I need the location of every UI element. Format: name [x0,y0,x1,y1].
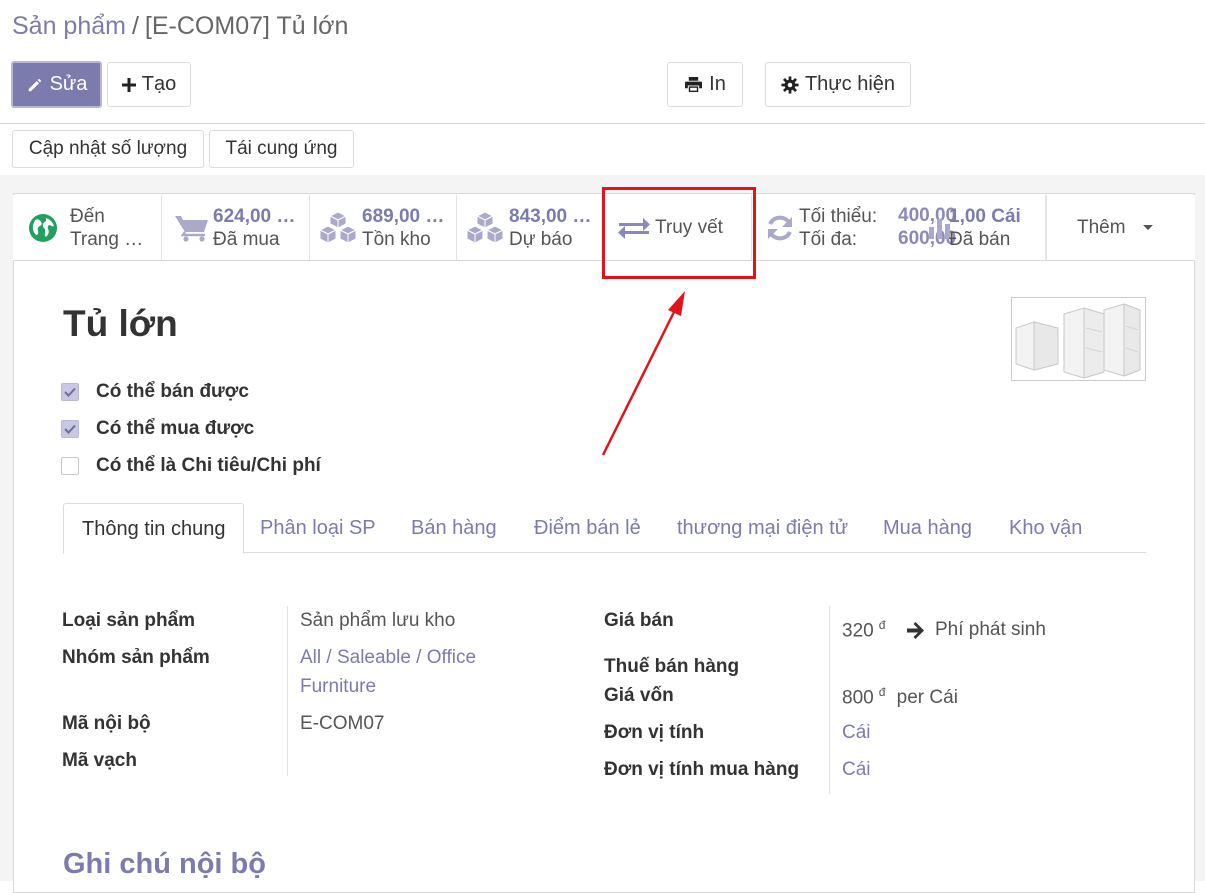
sold-label: Đã bán [949,228,1011,250]
product-image[interactable] [1011,297,1146,381]
product-category-link[interactable]: All / Saleable / Office [300,647,476,669]
extra-price-button[interactable]: Phí phát sinh [907,619,1046,641]
create-button[interactable]: Tạo [107,62,191,107]
purchased-value: 624,00 … [213,205,296,227]
tab-inventory[interactable]: Kho vận [1009,503,1082,553]
product-category-link-line2[interactable]: Furniture [300,676,376,698]
toolbar-divider [0,123,1205,124]
shopping-cart-icon [175,214,209,242]
customer-taxes-label: Thuế bán hàng [604,656,740,677]
website-line2: Trang … [70,228,144,250]
sales-price-label: Giá bán [604,610,674,631]
plus-icon [121,77,136,92]
update-quantity-label: Cập nhật số lượng [28,138,188,159]
on-hand-value: 689,00 … [362,205,445,227]
print-button[interactable]: In [667,62,743,107]
reorder-max-label: Tối đa: [799,228,858,250]
update-quantity-button[interactable]: Cập nhật số lượng [12,130,204,168]
edit-button-label: Sửa [49,73,88,95]
sales-price-currency: đ [878,618,886,632]
barcode-label: Mã vạch [62,750,137,771]
can-be-purchased-label: Có thể mua được [96,418,255,439]
tab-sales[interactable]: Bán hàng [411,503,497,553]
cubes-icon [318,210,358,245]
breadcrumb-separator: / [131,12,139,40]
field-separator [287,606,288,776]
checkmark-icon [64,387,76,397]
caret-down-icon [1142,224,1153,230]
globe-icon [28,213,58,243]
purchase-uom-label: Đơn vị tính mua hàng [604,759,800,780]
can-be-sold-label: Có thể bán được [96,381,249,402]
replenish-button[interactable]: Tái cung ứng [209,130,354,168]
breadcrumb: Sản phẩm / [E-COM07] Tủ lớn [12,12,348,41]
option-can-be-sold[interactable]: Có thể bán được [61,381,249,403]
tab-general-info[interactable]: Thông tin chung [63,503,245,554]
arrow-right-icon [907,621,924,639]
smart-button-website[interactable]: Đến Trang … [13,195,162,260]
cost-unit-text: per Cái [896,687,958,709]
website-line1: Đến [70,205,105,227]
purchase-uom-link[interactable]: Cái [842,759,871,781]
uom-label: Đơn vị tính [604,722,705,743]
internal-ref-value[interactable]: E-COM07 [300,713,384,735]
sales-price-amount: 320 [842,620,874,642]
smart-button-purchased[interactable]: 624,00 … Đã mua [162,195,310,260]
option-can-be-purchased[interactable]: Có thể mua được [61,418,254,440]
print-button-label: In [709,73,726,95]
cost-amount: 800 [842,687,874,709]
more-label: Thêm [1077,216,1126,238]
forecast-label: Dự báo [509,228,573,250]
create-button-label: Tạo [141,73,177,95]
smart-button-more[interactable]: Thêm [1046,195,1195,260]
printer-icon [685,76,703,93]
can-be-purchased-checkbox[interactable] [61,420,79,438]
tab-ecommerce[interactable]: thương mại điện tử [677,503,848,553]
breadcrumb-current: [E-COM07] Tủ lớn [144,12,349,40]
internal-notes-title: Ghi chú nội bộ [63,848,266,880]
gear-icon [781,75,799,94]
tab-purchase[interactable]: Mua hàng [883,503,972,553]
option-can-be-expensed[interactable]: Có thể là Chi tiêu/Chi phí [61,455,321,477]
action-button[interactable]: Thực hiện [765,62,911,107]
checkmark-icon [64,424,76,434]
product-name[interactable]: Tủ lớn [63,303,178,345]
extra-price-label: Phí phát sinh [935,619,1046,640]
on-hand-label: Tồn kho [362,228,431,250]
can-be-expensed-checkbox[interactable] [61,457,79,475]
uom-link[interactable]: Cái [842,722,871,744]
smart-button-sold[interactable]: 1,00 Cái Đã bán [899,195,1046,260]
purchased-label: Đã mua [213,228,280,250]
highlight-box [602,187,756,279]
notebook-tabs: Thông tin chung Phân loại SP Bán hàng Đi… [63,503,1146,554]
refresh-icon [765,213,795,243]
cabinet-picture [1012,298,1145,380]
breadcrumb-parent-link[interactable]: Sản phẩm [12,12,126,40]
smart-button-forecast[interactable]: 843,00 … Dự báo [457,195,604,260]
field-separator [829,606,830,794]
can-be-sold-checkbox[interactable] [61,383,79,401]
smart-button-on-hand[interactable]: 689,00 … Tồn kho [310,195,457,260]
reorder-min-label: Tối thiểu: [799,205,878,227]
sales-price-value[interactable]: 320 đ [842,618,885,642]
forecast-value: 843,00 … [509,205,592,227]
cost-label: Giá vốn [604,685,674,706]
replenish-label: Tái cung ứng [225,138,338,159]
smart-button-reordering-rules[interactable]: Tối thiểu: Tối đa: [752,195,899,260]
pencil-icon [28,78,41,91]
action-button-label: Thực hiện [804,73,896,95]
cubes-icon [465,210,505,245]
product-type-value[interactable]: Sản phẩm lưu kho [300,610,455,632]
product-type-label: Loại sản phẩm [62,610,196,631]
tab-variants[interactable]: Phân loại SP [260,503,376,553]
cost-value[interactable]: 800 đ per Cái [842,685,958,709]
cost-currency: đ [878,685,886,699]
edit-button[interactable]: Sửa [11,61,102,108]
tab-point-of-sale[interactable]: Điểm bán lẻ [534,503,641,553]
can-be-expensed-label: Có thể là Chi tiêu/Chi phí [96,455,321,476]
sold-value: 1,00 Cái [949,205,1021,227]
internal-ref-label: Mã nội bộ [62,713,151,734]
product-category-label: Nhóm sản phẩm [62,647,210,668]
